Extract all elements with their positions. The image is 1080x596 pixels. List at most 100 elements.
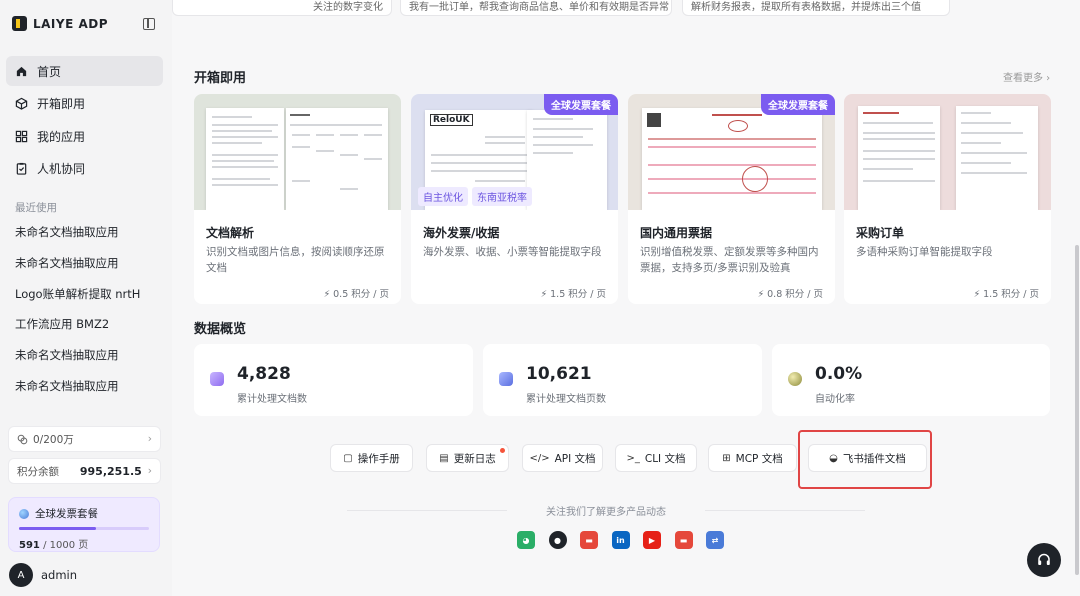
support-button[interactable] [1027,543,1061,577]
quota-button[interactable]: 0/200万 › [8,426,161,452]
stat-value: 0.0% [815,364,863,384]
api-docs-button[interactable]: </> API 文档 [522,444,603,472]
prompt-chip[interactable]: 关注的数字变化 [172,0,392,16]
package-card[interactable]: 全球发票套餐 591 / 1000 页 [8,497,160,552]
app-card-domestic-invoice[interactable]: 全球发票套餐 国内通用票据 识别增值税发票、定额发票等多种国内票据，支持多页/多… [628,94,835,304]
stat-label: 累计处理文档页数 [526,394,606,405]
avatar: A [9,563,33,587]
book-icon: ▢ [343,452,353,464]
sidebar-item-label: 人机协同 [37,162,86,176]
card-description: 识别文档或图片信息，按阅读顺序还原文档 [206,246,385,274]
user-menu[interactable]: A admin [9,563,77,587]
notification-dot [500,448,505,453]
seal-icon [742,166,768,192]
sidebar-item-ready[interactable]: 开箱即用 [6,89,163,119]
card-tag: 自主优化 [418,187,468,206]
stat-value: 4,828 [237,364,291,384]
logo-icon [12,16,27,31]
code-icon: </> [529,452,550,464]
package-title: 全球发票套餐 [35,508,98,520]
sidebar-item-my-apps[interactable]: 我的应用 [6,121,163,151]
section-title-ready: 开箱即用 [194,71,247,86]
documents-icon [210,372,224,386]
card-description: 多语种采购订单智能提取字段 [856,246,993,258]
changelog-button[interactable]: ▤ 更新日志 [426,444,509,472]
sidebar-item-human-in-loop[interactable]: 人机协同 [6,154,163,184]
linkedin-icon[interactable]: in [611,531,630,549]
grid-icon [15,130,28,142]
stat-card-docs: 4,828 累计处理文档数 [194,344,473,416]
brand-name: LAIYE ADP [33,16,109,31]
package-total: / 1000 页 [43,540,89,551]
card-preview: ReloUK 全球发票套餐 自主优化 东南亚税率 [411,94,618,210]
stamp-icon [728,120,748,132]
clipboard-icon [16,162,27,175]
card-badge: 全球发票套餐 [544,94,618,115]
recent-item[interactable]: 未命名文档抽取应用 [15,217,165,248]
stat-label: 累计处理文档数 [237,394,307,405]
link-icon[interactable]: ⇄ [706,531,724,549]
automation-icon [788,372,802,386]
scrollbar-thumb[interactable] [1075,245,1079,575]
app-card-purchase-order[interactable]: 采购订单 多语种采购订单智能提取字段 ⚡ 1.5 积分 / 页 [844,94,1051,304]
stat-card-automation: 0.0% 自动化率 [772,344,1050,416]
card-title: 海外发票/收据 [423,226,500,240]
card-preview: 全球发票套餐 [628,94,835,210]
recent-item[interactable]: 工作流应用 BMZ2 [15,309,165,340]
view-more-link[interactable]: 查看更多 › [1003,69,1050,84]
app-card-overseas-invoice[interactable]: ReloUK 全球发票套餐 自主优化 东南亚税率 海外发票/收据 海外发票、收据… [411,94,618,304]
card-cost: ⚡ 1.5 积分 / 页 [973,289,1039,300]
youtube-icon[interactable]: ▶ [643,531,661,549]
sidebar: LAIYE ADP 首页 开箱即用 我的应用 人机协同 最近使用 未命名文档抽取… [0,0,172,596]
prompt-chip[interactable]: 我有一批订单，帮我查询商品信息、单价和有效期是否异常 [400,0,672,16]
wechat-icon[interactable]: ◕ [517,531,535,549]
chevron-right-icon: › [147,465,152,477]
app-card-doc-parse[interactable]: 文档解析 识别文档或图片信息，按阅读顺序还原文档 ⚡ 0.5 积分 / 页 [194,94,401,304]
cli-docs-button[interactable]: >_ CLI 文档 [615,444,697,472]
pages-icon [499,372,513,386]
card-title: 文档解析 [206,226,255,240]
brand-logo[interactable]: LAIYE ADP [12,16,108,31]
card-tags: 自主优化 东南亚税率 [418,187,532,206]
log-icon: ▤ [439,452,449,464]
stat-card-pages: 10,621 累计处理文档页数 [483,344,762,416]
bilibili-icon[interactable]: ▬ [674,531,693,549]
recent-item[interactable]: Logo账单解析提取 nrtH [15,278,165,309]
zhihu-icon[interactable]: ▬ [580,531,598,549]
package-progress-bar [19,527,149,530]
card-tag: 东南亚税率 [472,187,532,206]
scrollbar[interactable] [1074,0,1080,596]
recent-item[interactable]: 未命名文档抽取应用 [15,340,165,371]
mcp-docs-button[interactable]: ⊞ MCP 文档 [708,444,797,472]
link-label: MCP 文档 [735,452,783,465]
github-icon[interactable]: ● [548,531,567,549]
sidebar-item-home[interactable]: 首页 [6,56,163,86]
globe-icon [19,508,29,519]
points-balance-button[interactable]: 积分余额 995,251.5 › [8,458,161,484]
link-label: 操作手册 [357,452,400,465]
sidebar-item-label: 开箱即用 [37,97,86,111]
link-label: CLI 文档 [644,452,686,465]
recent-item[interactable]: 未命名文档抽取应用 [15,370,165,401]
card-preview [844,94,1051,210]
coins-icon [17,434,28,444]
home-icon [16,66,27,76]
package-count: 591 / 1000 页 [19,536,149,551]
card-description: 海外发票、收据、小票等智能提取字段 [423,246,602,258]
highlight-box [798,430,932,489]
manual-button[interactable]: ▢ 操作手册 [330,444,413,472]
qr-code-icon [647,113,661,127]
cube-icon [15,97,28,110]
sidebar-collapse-icon[interactable] [143,18,155,30]
puzzle-icon: ⊞ [722,452,731,464]
recent-item[interactable]: 未命名文档抽取应用 [15,248,165,279]
card-cost: ⚡ 1.5 积分 / 页 [540,289,606,300]
card-title: 采购订单 [856,226,905,240]
chevron-right-icon: › [147,433,152,445]
prompt-chip[interactable]: 解析财务报表，提取所有表格数据，并提炼出三个值 [682,0,950,16]
terminal-icon: >_ [626,452,640,464]
sidebar-item-label: 首页 [37,64,62,79]
card-cost: ⚡ 0.8 积分 / 页 [757,289,823,300]
package-progress-fill [19,527,96,530]
stat-label: 自动化率 [815,394,855,405]
